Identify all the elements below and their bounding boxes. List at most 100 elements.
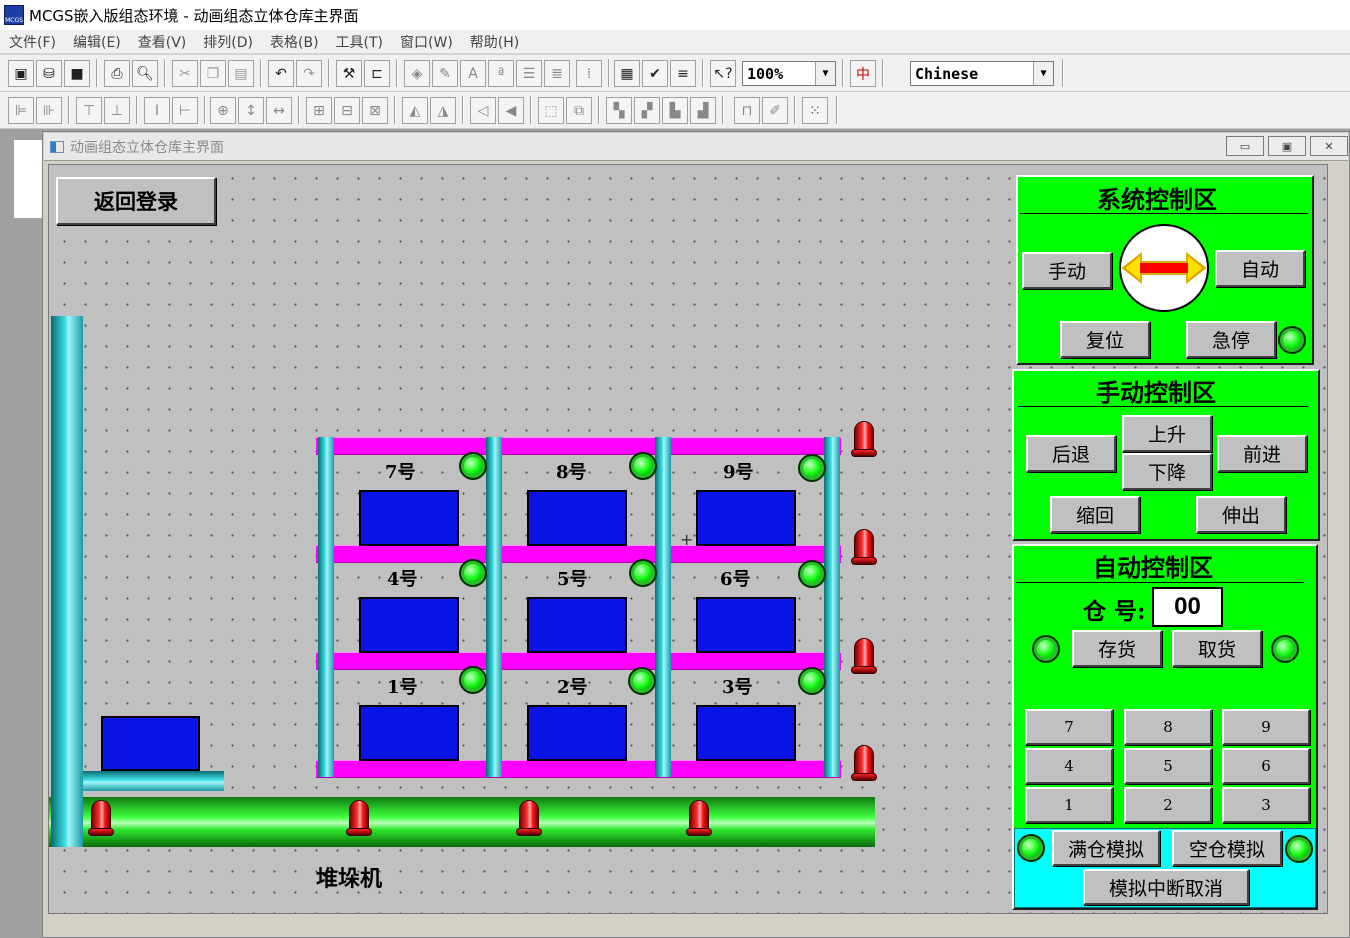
copy-icon[interactable]: ❐ [200,60,226,87]
backward-icon[interactable]: ▟ [690,97,716,124]
open-project-icon[interactable]: ⛁ [36,60,62,87]
rail-sensor-lamp-4 [685,800,713,836]
align-top-icon[interactable]: ⊤ [76,97,102,124]
close-icon[interactable]: ✕ [1310,136,1348,156]
lock-icon[interactable]: ⊓ [734,97,760,124]
stacker-cargo-box [101,716,200,771]
font-size-icon[interactable]: ª [488,60,514,87]
menu-arrange[interactable]: 排列(D) [194,32,261,52]
keypad-5[interactable]: 5 [1124,748,1212,784]
print-preview-icon[interactable]: 🔍︎ [132,60,158,87]
lower-button[interactable]: 下降 [1122,453,1212,490]
keypad-6[interactable]: 6 [1222,748,1310,784]
emergency-stop-button[interactable]: 急停 [1186,321,1276,358]
paste-icon[interactable]: ▤ [228,60,254,87]
ungroup-icon[interactable]: ⧉ [566,97,592,124]
menu-table[interactable]: 表格(B) [261,32,327,52]
brush-icon[interactable]: ✐ [762,97,788,124]
group-icon[interactable]: ⬚ [538,97,564,124]
language-switch-icon[interactable]: 中 [850,60,876,87]
flip-h-icon[interactable]: ◁ [470,97,496,124]
save-icon[interactable]: ■ [64,60,90,87]
keypad-7[interactable]: 7 [1025,709,1113,745]
retrieve-goods-button[interactable]: 取货 [1172,630,1262,667]
language-select[interactable]: Chinese ▼ [910,61,1054,86]
layout-icon[interactable]: ⊏ [364,60,390,87]
bring-front-icon[interactable]: ▚ [606,97,632,124]
menu-help[interactable]: 帮助(H) [461,32,527,52]
align-right-icon[interactable]: ⊪ [36,97,62,124]
rotate-left-icon[interactable]: ◭ [402,97,428,124]
cut-icon[interactable]: ✂ [172,60,198,87]
auto-mode-button[interactable]: 自动 [1215,250,1305,287]
send-back-icon[interactable]: ▞ [634,97,660,124]
keypad-4[interactable]: 4 [1025,748,1113,784]
back-login-button[interactable]: 返回登录 [56,177,216,225]
mode-selector-dial[interactable] [1119,224,1209,312]
rotate-right-icon[interactable]: ◮ [430,97,456,124]
forward-button[interactable]: 前进 [1217,435,1307,472]
chevron-down-icon[interactable]: ▼ [815,62,835,85]
horizontal-center-icon[interactable]: ⊢ [172,97,198,124]
line-style-icon[interactable]: ☰ [516,60,542,87]
menu-view[interactable]: 查看(V) [129,32,195,52]
warehouse-number-field[interactable]: 00 [1152,587,1223,627]
chevron-down-icon[interactable]: ▼ [1033,62,1053,85]
shelf-row-2 [316,545,841,563]
store-goods-button[interactable]: 存货 [1072,630,1162,667]
grid-dots-icon[interactable]: ⁙ [802,97,828,124]
cancel-simulation-button[interactable]: 模拟中断取消 [1083,869,1249,905]
keypad-1[interactable]: 1 [1025,787,1113,823]
equal-height-icon[interactable]: ↕ [238,97,264,124]
keypad-9[interactable]: 9 [1222,709,1310,745]
empty-warehouse-sim-button[interactable]: 空仓模拟 [1172,830,1282,866]
align-bottom-icon[interactable]: ⊥ [104,97,130,124]
grid-icon[interactable]: ⁞ [576,60,602,87]
flip-v-icon[interactable]: ◀ [498,97,524,124]
menu-edit[interactable]: 编辑(E) [64,32,129,52]
keypad-3[interactable]: 3 [1222,787,1310,823]
minimize-icon[interactable]: ▭ [1226,136,1264,156]
font-icon[interactable]: A [460,60,486,87]
new-window-icon[interactable]: ▣ [8,60,34,87]
list-icon[interactable]: ≡ [670,60,696,87]
slot-indicator-3 [798,667,826,695]
properties-icon[interactable]: ▦ [614,60,640,87]
vertical-center-icon[interactable]: I [144,97,170,124]
align-left-icon[interactable]: ⊫ [8,97,34,124]
zoom-select[interactable]: 100% ▼ [742,61,836,86]
crosshair-icon: + [680,530,694,549]
distribute-h-icon[interactable]: ⊟ [334,97,360,124]
distribute-icon[interactable]: ⊞ [306,97,332,124]
full-warehouse-sim-button[interactable]: 满仓模拟 [1052,830,1160,866]
equal-width-icon[interactable]: ↔ [266,97,292,124]
toolbox-icon[interactable]: ⚒ [336,60,362,87]
menu-window[interactable]: 窗口(W) [391,32,461,52]
retrieve-indicator [1271,635,1299,663]
fill-color-icon[interactable]: ◈ [404,60,430,87]
raise-button[interactable]: 上升 [1122,415,1212,452]
keypad-2[interactable]: 2 [1124,787,1212,823]
menu-file[interactable]: 文件(F) [0,32,64,52]
menu-tools[interactable]: 工具(T) [327,32,391,52]
keypad-8[interactable]: 8 [1124,709,1212,745]
line-color-icon[interactable]: ✎ [432,60,458,87]
extend-button[interactable]: 伸出 [1196,496,1286,533]
backward-button[interactable]: 后退 [1026,435,1116,472]
redo-icon[interactable]: ↷ [296,60,322,87]
retract-button[interactable]: 缩回 [1050,496,1140,533]
check-icon[interactable]: ✔ [642,60,668,87]
store-indicator [1032,635,1060,663]
undo-icon[interactable]: ↶ [268,60,294,87]
forward-icon[interactable]: ▙ [662,97,688,124]
help-pointer-icon[interactable]: ↖? [710,60,736,87]
restore-icon[interactable]: ▣ [1268,136,1306,156]
line-width-icon[interactable]: ≣ [544,60,570,87]
slot-indicator-6 [798,560,826,588]
reset-button[interactable]: 复位 [1060,321,1150,358]
auto-panel-divider [1016,582,1304,583]
distribute-v-icon[interactable]: ⊠ [362,97,388,124]
manual-mode-button[interactable]: 手动 [1022,252,1112,289]
print-icon[interactable]: ⎙ [104,60,130,87]
center-both-icon[interactable]: ⊕ [210,97,236,124]
